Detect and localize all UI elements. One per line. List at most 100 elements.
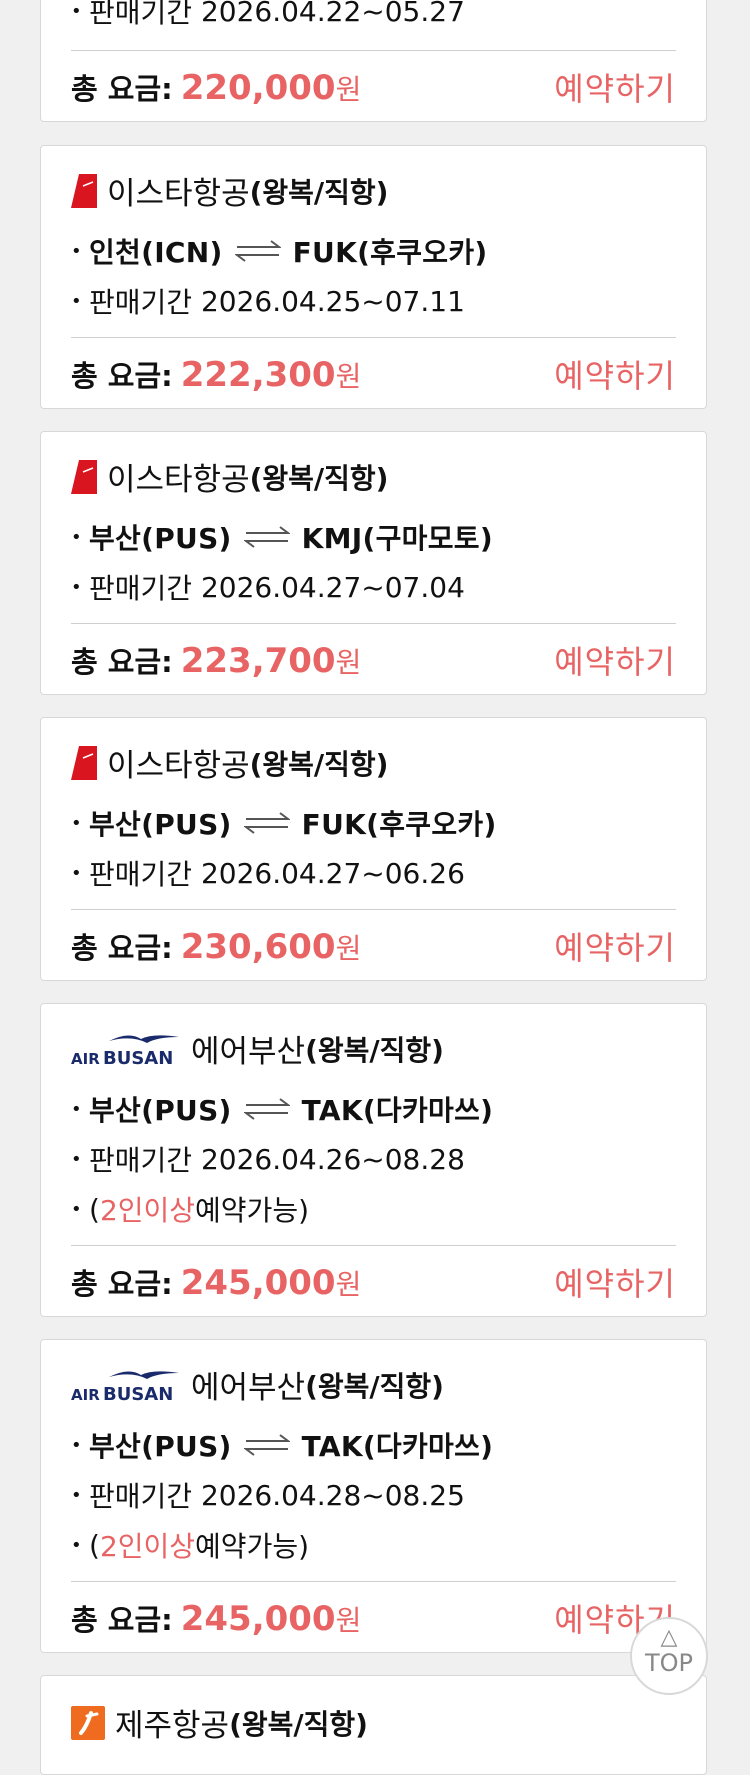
booking-note: 예약가능) [195,1530,310,1563]
divider [71,1245,676,1246]
total-price: 총 요금: 223,700원 [71,639,361,681]
card-header: AIR BUSAN 에어부산 (왕복/직항) [71,1026,444,1071]
airline-name: 에어부산 [191,1370,306,1406]
bullet: • [71,862,82,884]
sale-period-label: 판매기간 [89,572,193,605]
sale-period-label: 판매기간 [89,1480,193,1513]
total-price: 총 요금: 245,000원 [71,1597,361,1639]
price-row: 총 요금: 223,700원 예약하기 [71,628,676,692]
scroll-to-top-button[interactable]: △ TOP [630,1617,708,1695]
sale-period-value: 2026.04.27~07.04 [200,570,465,604]
jejuair-logo [71,1705,105,1740]
destination: KMJ(구마모토) [301,522,493,555]
card-header: 제주항공 (왕복/직항) [71,1700,368,1745]
sale-period-value: 2026.04.26~08.28 [200,1142,465,1176]
price-row: 총 요금: 245,000원 예약하기 [71,1586,676,1650]
booking-note-row: • (2인이상 예약가능) [71,1189,309,1229]
up-arrow-icon: △ [660,1625,678,1650]
destination: TAK(다카마쓰) [301,1094,494,1127]
price-label: 총 요금: [71,645,173,679]
bullet: • [71,576,82,598]
card-header: 이스타항공 (왕복/직항) [71,454,388,499]
sale-period-value: 2026.04.28~08.25 [200,1478,465,1512]
bullet: • [71,1098,82,1120]
booking-note-row: • (2인이상 예약가능) [71,1525,309,1565]
price-amount: 220,000 [180,68,336,108]
fare-card-partial-bottom: 제주항공 (왕복/직항) [40,1675,707,1775]
divider [71,1581,676,1582]
price-row: 총 요금: 245,000원 예약하기 [71,1250,676,1314]
price-label: 총 요금: [71,1267,173,1301]
price-unit: 원 [335,1268,362,1301]
sale-period-label: 판매기간 [89,858,193,891]
min-passenger-highlight: 2인이상 [99,1530,196,1563]
route-row: • 인천(ICN) FUK(후쿠오카) [71,231,488,271]
price-row: 총 요금: 220,000원 예약하기 [71,55,676,119]
sale-period-row: • 판매기간 2026.04.22~05.27 [71,0,465,31]
price-amount: 230,600 [180,927,336,967]
book-button[interactable]: 예약하기 [554,64,676,110]
svg-text:AIR: AIR [71,1050,100,1067]
price-row: 총 요금: 222,300원 예약하기 [71,342,676,406]
bullet: • [71,1148,82,1170]
sale-period-row: • 판매기간 2026.04.27~06.26 [71,853,465,893]
book-button[interactable]: 예약하기 [554,1259,676,1305]
origin: 부산(PUS) [89,1430,232,1463]
total-price: 총 요금: 222,300원 [71,353,361,395]
bullet: • [71,1534,82,1556]
flight-type: (왕복/직항) [249,747,389,781]
price-amount: 245,000 [180,1599,336,1639]
total-price: 총 요금: 245,000원 [71,1261,361,1303]
airline-name: 에어부산 [191,1034,306,1070]
round-trip-icon [234,240,281,262]
fare-card: 이스타항공 (왕복/직항) • 인천(ICN) FUK(후쿠오카) • 판매기간 … [40,145,707,409]
sale-period-row: • 판매기간 2026.04.26~08.28 [71,1139,465,1179]
book-button[interactable]: 예약하기 [554,923,676,969]
round-trip-icon [243,1434,290,1456]
divider [71,50,676,51]
bullet: • [71,0,82,22]
divider [71,337,676,338]
flight-type: (왕복/직항) [229,1707,368,1741]
eastar-logo [71,173,97,208]
sale-period-row: • 판매기간 2026.04.28~08.25 [71,1475,465,1515]
svg-text:BUSAN: BUSAN [103,1048,173,1067]
bullet: • [71,240,82,262]
price-amount: 222,300 [180,355,336,395]
airline-name: 제주항공 [115,1708,230,1744]
svg-text:BUSAN: BUSAN [103,1384,173,1403]
price-unit: 원 [335,932,362,965]
sale-period-row: • 판매기간 2026.04.27~07.04 [71,567,465,607]
eastar-logo [71,459,97,494]
flight-type: (왕복/직항) [305,1369,444,1403]
bullet: • [71,290,82,312]
book-button[interactable]: 예약하기 [554,351,676,397]
fare-card: AIR BUSAN 에어부산 (왕복/직항) • 부산(PUS) TAK(다카마쓰… [40,1003,707,1317]
destination: TAK(다카마쓰) [301,1430,494,1463]
origin: 부산(PUS) [89,1094,232,1127]
flight-type: (왕복/직항) [249,461,389,495]
flight-type: (왕복/직항) [305,1033,444,1067]
card-header: 이스타항공 (왕복/직항) [71,168,388,213]
price-label: 총 요금: [71,72,173,106]
round-trip-icon [243,526,290,548]
top-label: TOP [644,1649,694,1677]
sale-period-value: 2026.04.25~07.11 [200,284,465,318]
price-unit: 원 [335,73,362,106]
airline-name: 이스타항공 [107,748,250,784]
sale-period-label: 판매기간 [89,1144,193,1177]
flight-type: (왕복/직항) [249,175,389,209]
book-button[interactable]: 예약하기 [554,637,676,683]
total-price: 총 요금: 220,000원 [71,66,361,108]
divider [71,909,676,910]
price-label: 총 요금: [71,1603,173,1637]
card-header: AIR BUSAN 에어부산 (왕복/직항) [71,1362,444,1407]
card-header: 이스타항공 (왕복/직항) [71,740,388,785]
airline-name: 이스타항공 [107,176,250,212]
svg-text:AIR: AIR [71,1386,100,1403]
fare-card: AIR BUSAN 에어부산 (왕복/직항) • 부산(PUS) TAK(다카마쓰… [40,1339,707,1653]
eastar-logo [71,745,97,780]
round-trip-icon [243,1098,290,1120]
price-label: 총 요금: [71,931,173,965]
airbusan-logo: AIR BUSAN [71,1367,181,1405]
